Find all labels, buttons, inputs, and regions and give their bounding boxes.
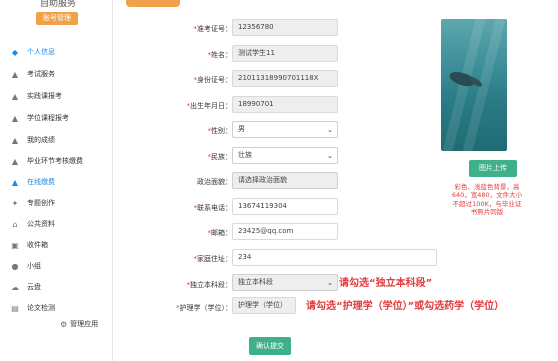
sidebar-item-paper-check[interactable]: ▤ 论文检测	[0, 298, 112, 318]
photo-upload-button[interactable]: 图片上传	[469, 160, 517, 177]
sidebar-item-exam-service[interactable]: ▲ 考试服务	[0, 64, 112, 84]
sidebar-item-label: 实践课报考	[27, 92, 62, 100]
sidebar-item-inbox[interactable]: ▣ 收件箱	[0, 235, 112, 255]
active-tab-indicator	[126, 0, 180, 7]
chevron-down-icon: ⌄	[327, 152, 333, 160]
sidebar-item-group[interactable]: ● 小组	[0, 256, 112, 276]
user-shield-icon: ◆	[11, 47, 19, 57]
admission-no-label: *准考证号：	[193, 25, 233, 33]
sidebar-item-label: 云盘	[27, 283, 41, 291]
graduation-cap-icon: ▲	[11, 113, 19, 123]
sidebar-item-online-payment[interactable]: ▲ 在线缴费	[0, 172, 112, 192]
gear-icon: ⚙	[60, 319, 68, 329]
sidebar-item-label: 毕业环节考核缴费	[27, 157, 83, 165]
address-field[interactable]: 234	[232, 249, 437, 266]
sidebar-item-public-materials[interactable]: ⌂ 公共资料	[0, 214, 112, 234]
ethnicity-label: *民族：	[207, 153, 233, 161]
phone-label: *联系电话：	[193, 204, 233, 212]
magic-wand-icon: ✦	[11, 198, 19, 208]
graduation-cap-icon: ▲	[11, 69, 19, 79]
document-icon: ▤	[11, 303, 19, 313]
graduation-cap-icon: ▲	[11, 135, 19, 145]
chevron-down-icon: ⌄	[327, 126, 333, 134]
id-photo	[441, 19, 507, 151]
sidebar-item-label: 个人信息	[27, 48, 55, 56]
chevron-down-icon: ⌄	[327, 279, 333, 287]
cloud-icon: ☁	[11, 282, 19, 292]
undergrad-label: *独立本科段：	[186, 281, 233, 289]
sidebar-item-graduation-fee[interactable]: ▲ 毕业环节考核缴费	[0, 151, 112, 171]
sidebar-item-degree-course[interactable]: ▲ 学位课程报考	[0, 108, 112, 128]
email-field[interactable]: 23425@qq.com	[232, 223, 338, 240]
graduation-cap-icon: ▲	[11, 177, 19, 187]
sidebar-item-label: 我的成绩	[27, 136, 55, 144]
email-label: *邮箱：	[207, 229, 233, 237]
nursing-label: *护理学（学位）：	[176, 304, 232, 312]
nursing-option[interactable]: 护理学（学位）	[232, 297, 296, 314]
sidebar-item-label: 学位课程报考	[27, 114, 69, 122]
sidebar-item-topic-creation[interactable]: ✦ 专题创作	[0, 193, 112, 213]
politics-select[interactable]: 请选择政治面貌	[232, 172, 338, 189]
sidebar: 自助服务 账号管理 ◆ 个人信息 ▲ 考试服务 ▲ 实践课报考 ▲ 学位课程报考…	[0, 0, 113, 361]
graduation-cap-icon: ▲	[11, 156, 19, 166]
sidebar-item-label: 收件箱	[27, 241, 48, 249]
person-icon: ●	[11, 261, 19, 271]
sidebar-item-practice-exam[interactable]: ▲ 实践课报考	[0, 86, 112, 106]
birth-field[interactable]: 18990701	[232, 96, 338, 113]
sidebar-item-my-scores[interactable]: ▲ 我的成绩	[0, 130, 112, 150]
manage-app-label: 管理应用	[70, 320, 99, 328]
photo-requirements-note: 彩色、浅蓝色背景，高640，宽480，文件大小不超过100K，与毕业证书照片同版	[451, 183, 523, 217]
sidebar-item-personal-info[interactable]: ◆ 个人信息	[0, 42, 112, 62]
sidebar-item-label: 在线缴费	[27, 178, 55, 186]
manage-app-button[interactable]: ⚙ 管理应用	[60, 319, 98, 329]
sidebar-item-label: 论文检测	[27, 304, 55, 312]
sidebar-item-label: 小组	[27, 262, 41, 270]
politics-label: 政治面貌：	[197, 178, 232, 186]
name-field[interactable]: 测试学生11	[232, 45, 338, 62]
sidebar-item-label: 公共资料	[27, 220, 55, 228]
undergrad-select[interactable]: 独立本科段 ⌄	[232, 274, 338, 291]
sidebar-item-label: 考试服务	[27, 70, 55, 78]
confirm-submit-button[interactable]: 确认提交	[249, 337, 291, 355]
name-label: *姓名：	[207, 51, 233, 59]
inbox-icon: ▣	[11, 240, 19, 250]
gender-label: *性别：	[207, 127, 233, 135]
ethnicity-select[interactable]: 壮族 ⌄	[232, 147, 338, 164]
gender-select[interactable]: 男 ⌄	[232, 121, 338, 138]
home-icon: ⌂	[12, 219, 18, 229]
address-label: *家庭住址：	[193, 255, 233, 263]
birth-label: *出生年月日：	[186, 102, 233, 110]
phone-field[interactable]: 13674119304	[232, 198, 338, 215]
admission-no-field[interactable]: 12356780	[232, 19, 338, 36]
graduation-cap-icon: ▲	[11, 91, 19, 101]
id-no-label: *身份证号：	[193, 76, 233, 84]
sidebar-item-cloud-disk[interactable]: ☁ 云盘	[0, 277, 112, 297]
sidebar-item-label: 专题创作	[27, 199, 55, 207]
nursing-instruction: 请勾选“护理学（学位）”或勾选药学（学位）	[306, 301, 505, 312]
sidebar-title: 自助服务	[40, 0, 77, 9]
undergrad-instruction: 请勾选“独立本科段”	[339, 278, 433, 289]
account-manage-badge[interactable]: 账号管理	[36, 12, 78, 25]
id-no-field[interactable]: 21011318990701118X	[232, 70, 338, 87]
